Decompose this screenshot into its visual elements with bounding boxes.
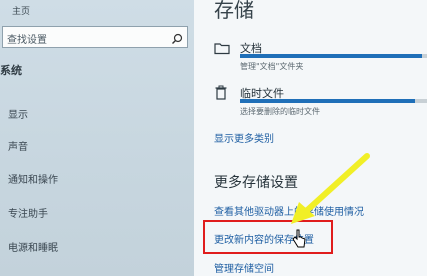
search-input[interactable]: 查找设置 [2, 26, 188, 48]
usage-bar [240, 99, 427, 103]
sidebar-item-label: 显示 [8, 110, 28, 121]
sidebar-item-label: 电源和睡眠 [8, 243, 58, 254]
category-description: 选择要删除的临时文件 [240, 107, 320, 116]
trash-icon [214, 85, 228, 105]
sidebar-item-label: 专注助手 [8, 209, 48, 220]
sidebar: 主页 查找设置 系统 显示 声音 通知和操作 专注助手 电源和睡眠 [0, 0, 194, 276]
home-link[interactable]: 主页 [12, 4, 30, 17]
search-icon[interactable] [171, 30, 183, 49]
show-more-categories-link[interactable]: 显示更多类别 [214, 130, 274, 145]
page-title: 存储 [214, 0, 254, 22]
category-description: 管理"文档"文件夹 [240, 62, 304, 71]
manage-storage-spaces-link[interactable]: 管理存储空间 [214, 260, 274, 275]
sidebar-item-label: 通知和操作 [8, 175, 58, 186]
arrow-annotation-icon [291, 153, 370, 224]
sidebar-item-label: 声音 [8, 142, 28, 153]
sidebar-group-title: 系统 [0, 64, 22, 77]
usage-bar [240, 54, 427, 58]
search-placeholder: 查找设置 [7, 35, 47, 46]
folder-icon [214, 40, 230, 59]
usage-fill [240, 54, 423, 58]
usage-fill [240, 99, 415, 103]
hand-cursor-icon [292, 229, 306, 248]
